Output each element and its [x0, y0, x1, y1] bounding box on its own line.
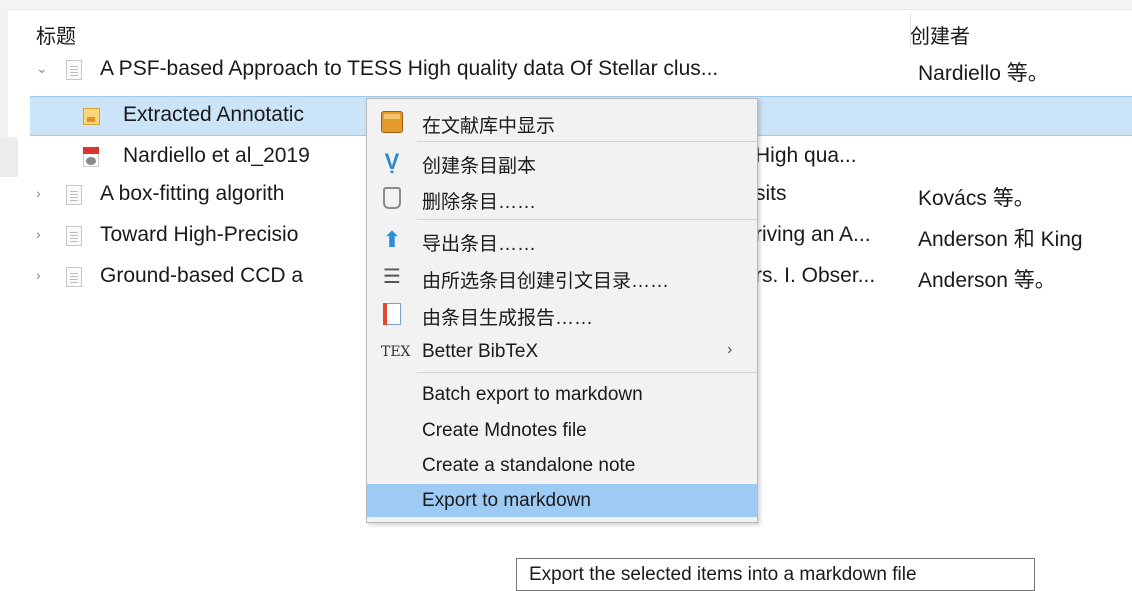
- context-menu: 在文献库中显示 Ṿ 创建条目副本 删除条目…… ⬆ 导出条目…… ☰ 由所选条目…: [366, 98, 758, 523]
- menu-item-duplicate[interactable]: Ṿ 创建条目副本: [367, 145, 757, 178]
- menu-separator: [417, 219, 757, 220]
- bibliography-icon: ☰: [383, 266, 401, 288]
- items-table-header: 标题 创建者: [30, 16, 1132, 49]
- document-icon: [66, 60, 82, 80]
- row-title: A PSF-based Approach to TESS High qualit…: [100, 57, 719, 80]
- chevron-right-icon[interactable]: ›: [36, 227, 50, 241]
- menu-item-export[interactable]: ⬆ 导出条目……: [367, 223, 757, 256]
- top-border: [0, 0, 1132, 10]
- row-title: Toward High-Precisio: [100, 223, 299, 246]
- library-icon: [381, 111, 403, 133]
- menu-item-label: 由条目生成报告……: [422, 308, 594, 329]
- column-header-creator[interactable]: 创建者: [910, 20, 970, 49]
- menu-item-export-to-markdown[interactable]: Export to markdown: [367, 484, 757, 517]
- duplicate-icon: Ṿ: [384, 149, 400, 174]
- row-title-tail: sits: [755, 182, 787, 205]
- chevron-right-icon[interactable]: ›: [36, 268, 50, 282]
- menu-item-label: 删除条目……: [422, 192, 537, 213]
- export-icon: ⬆: [382, 227, 402, 252]
- menu-item-label: 导出条目……: [422, 234, 537, 255]
- row-title-tail: riving an A...: [755, 223, 871, 246]
- pane-hover-edge: [0, 137, 18, 177]
- menu-item-batch-export-markdown[interactable]: Batch export to markdown: [367, 378, 757, 411]
- row-title-tail: rs. I. Obser...: [755, 264, 876, 287]
- menu-item-label: Create a standalone note: [422, 455, 636, 476]
- row-creator: Anderson 等。: [918, 269, 1056, 292]
- menu-separator: [417, 141, 757, 142]
- chevron-down-icon[interactable]: ⌄: [36, 61, 50, 75]
- menu-item-label: 由所选条目创建引文目录……: [422, 271, 670, 292]
- chevron-right-icon: ›: [727, 341, 733, 358]
- tex-icon: TEX: [381, 344, 411, 360]
- column-header-title[interactable]: 标题: [36, 20, 76, 49]
- report-icon: [383, 303, 401, 325]
- table-row-item-psf[interactable]: ⌄ A PSF-based Approach to TESS High qual…: [30, 51, 1132, 89]
- menu-item-label: Batch export to markdown: [422, 384, 643, 405]
- menu-item-label: Export to markdown: [422, 490, 591, 511]
- menu-item-create-standalone-note[interactable]: Create a standalone note: [367, 449, 757, 482]
- document-icon: [66, 267, 82, 287]
- pdf-icon: [83, 147, 99, 167]
- column-separator[interactable]: [910, 14, 911, 48]
- tooltip-text: Export the selected items into a markdow…: [529, 564, 917, 585]
- menu-item-create-bibliography[interactable]: ☰ 由所选条目创建引文目录……: [367, 260, 757, 293]
- document-icon: [66, 226, 82, 246]
- row-creator: Anderson 和 King: [918, 228, 1083, 251]
- row-title: Extracted Annotatic: [123, 103, 304, 126]
- menu-item-better-bibtex[interactable]: TEX Better BibTeX ›: [367, 335, 757, 368]
- menu-item-generate-report[interactable]: 由条目生成报告……: [367, 297, 757, 330]
- menu-item-label: Create Mdnotes file: [422, 420, 587, 441]
- note-icon: [83, 108, 100, 125]
- menu-separator: [417, 372, 757, 373]
- chevron-right-icon[interactable]: ›: [36, 186, 50, 200]
- menu-item-label: 创建条目副本: [422, 156, 537, 177]
- document-icon: [66, 185, 82, 205]
- row-creator: Nardiello 等。: [918, 62, 1049, 85]
- tooltip: Export the selected items into a markdow…: [516, 558, 1035, 591]
- row-title: A box-fitting algorith: [100, 182, 285, 205]
- row-title: Ground-based CCD a: [100, 264, 304, 287]
- menu-item-delete[interactable]: 删除条目……: [367, 181, 757, 214]
- menu-item-create-mdnotes[interactable]: Create Mdnotes file: [367, 414, 757, 447]
- row-title-tail: High qua...: [755, 144, 857, 167]
- trash-icon: [383, 187, 401, 209]
- row-title: Nardiello et al_2019: [123, 144, 310, 167]
- menu-item-show-in-library[interactable]: 在文献库中显示: [367, 105, 757, 138]
- menu-item-label: Better BibTeX: [422, 341, 539, 362]
- menu-item-label: 在文献库中显示: [422, 116, 556, 137]
- row-creator: Kovács 等。: [918, 187, 1035, 210]
